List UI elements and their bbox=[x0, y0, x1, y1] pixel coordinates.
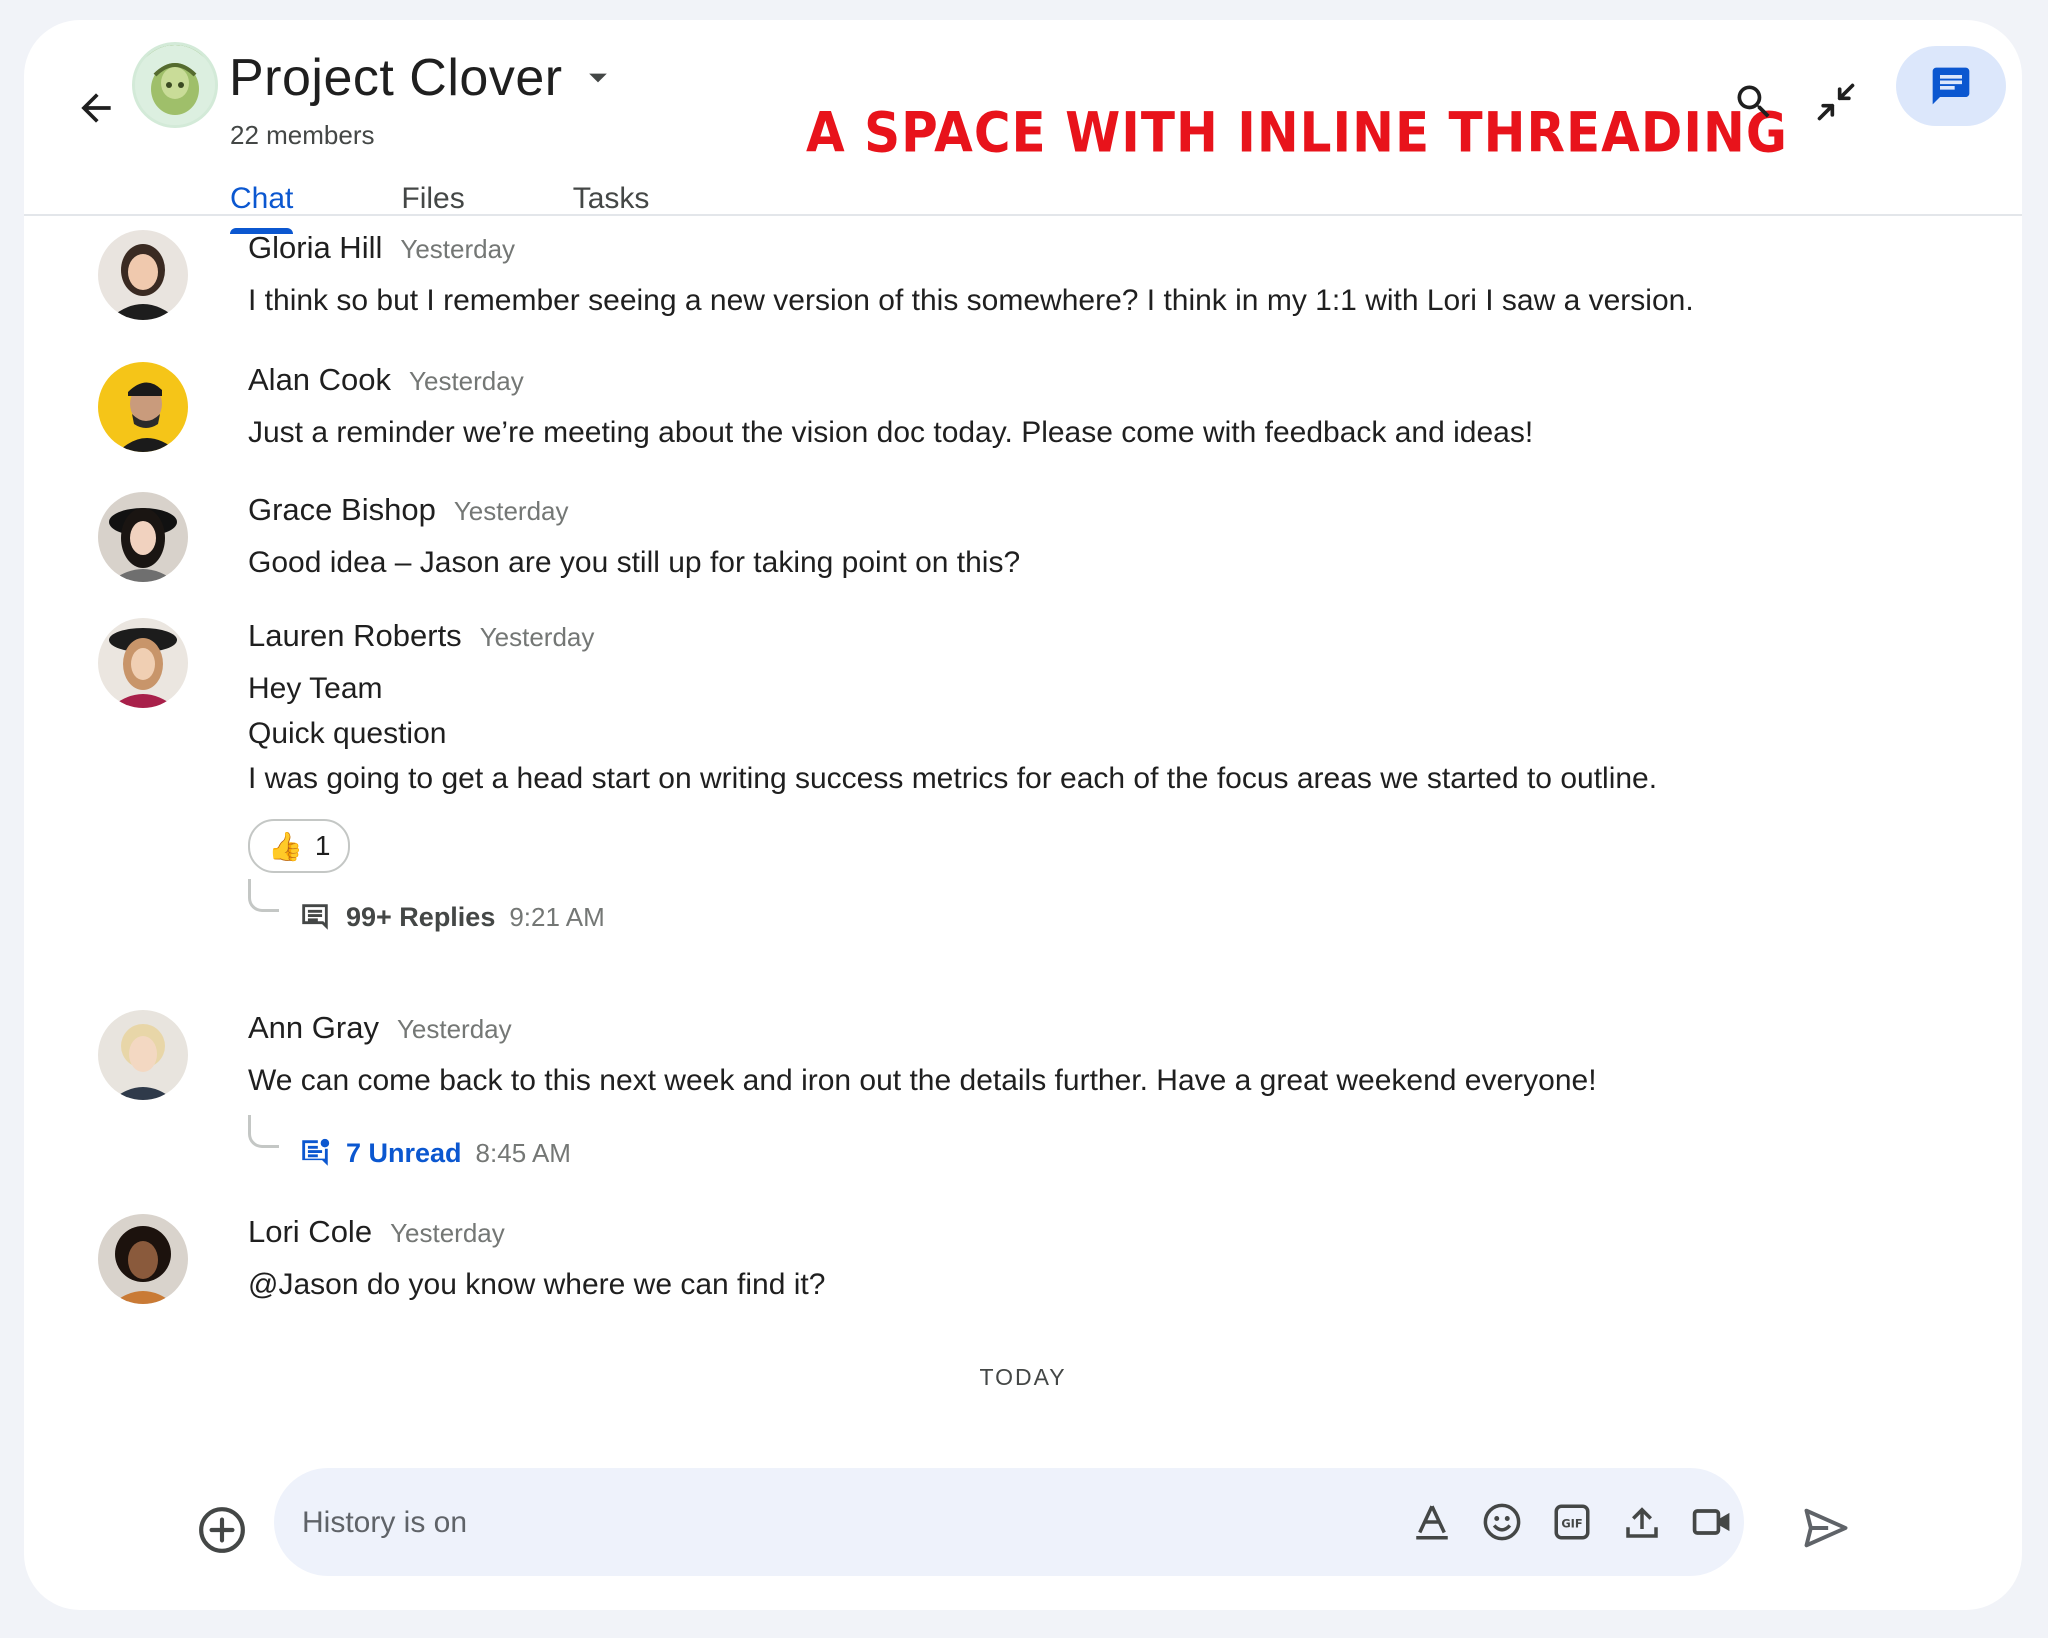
message-composer: GIF bbox=[274, 1468, 1744, 1578]
message-text: Just a reminder we’re meeting about the … bbox=[248, 416, 1534, 449]
reaction-count: 1 bbox=[314, 830, 331, 861]
message-text: Good idea – Jason are you still up for t… bbox=[248, 546, 1021, 579]
author-name[interactable]: Ann Gray bbox=[248, 1010, 379, 1046]
author-name[interactable]: Grace Bishop bbox=[248, 492, 436, 528]
unread-thread-icon bbox=[302, 1138, 330, 1166]
avatar[interactable] bbox=[98, 492, 188, 582]
message-text: I was going to get a head start on writi… bbox=[248, 762, 1658, 795]
svg-text:GIF: GIF bbox=[1561, 1516, 1582, 1530]
space-title: Project Clover bbox=[229, 49, 563, 107]
message-text: Hey Team bbox=[248, 672, 383, 705]
message-time: Yesterday bbox=[390, 1218, 505, 1248]
message-time: Yesterday bbox=[400, 234, 516, 264]
emoji-icon bbox=[1483, 1503, 1521, 1541]
message-text: Quick question bbox=[248, 717, 447, 750]
author-name[interactable]: Lori Cole bbox=[248, 1214, 372, 1250]
tab-bar: Chat Files Tasks bbox=[230, 160, 757, 234]
video-call-button[interactable] bbox=[1682, 1492, 1742, 1552]
caret-down-icon bbox=[588, 73, 607, 83]
gif-icon: GIF bbox=[1554, 1504, 1590, 1540]
tab-files[interactable]: Files bbox=[401, 160, 464, 234]
thread-reply-count: 99+ Replies bbox=[346, 901, 496, 932]
upload-icon bbox=[1626, 1507, 1658, 1538]
user-mention[interactable]: @Jason bbox=[248, 1268, 359, 1301]
thread-unread-count: 7 Unread bbox=[346, 1137, 462, 1168]
collapse-icon bbox=[1817, 83, 1855, 121]
message-text-content: do you know where we can find it? bbox=[358, 1268, 826, 1301]
space-avatar bbox=[132, 42, 218, 128]
message-text: We can come back to this next week and i… bbox=[248, 1064, 1597, 1097]
thread-replies-link[interactable]: 99+ Replies 9:21 AM bbox=[248, 879, 1948, 939]
collapse-button[interactable] bbox=[1796, 62, 1876, 142]
thread-time: 8:45 AM bbox=[475, 1137, 571, 1168]
video-icon bbox=[1692, 1509, 1730, 1535]
thread-connector bbox=[248, 879, 279, 912]
avatar[interactable] bbox=[98, 1214, 188, 1304]
reaction-chip[interactable]: 👍 1 bbox=[248, 819, 351, 873]
text-format-icon bbox=[1416, 1505, 1448, 1540]
chat-toggle-button[interactable] bbox=[1896, 46, 2006, 126]
gif-button[interactable]: GIF bbox=[1542, 1492, 1602, 1552]
space-title-dropdown[interactable]: Project Clover bbox=[229, 48, 609, 108]
avatar[interactable] bbox=[98, 1010, 188, 1100]
tab-tasks[interactable]: Tasks bbox=[573, 160, 650, 234]
chat-window: Project Clover 22 members Chat Files Tas… bbox=[24, 20, 2022, 1610]
message-input[interactable] bbox=[300, 1468, 1354, 1578]
tab-chat[interactable]: Chat bbox=[230, 160, 294, 234]
avatar[interactable] bbox=[98, 230, 188, 320]
thread-time: 9:21 AM bbox=[509, 901, 605, 932]
add-icon bbox=[199, 1507, 245, 1553]
message-time: Yesterday bbox=[396, 1014, 512, 1044]
format-text-button[interactable] bbox=[1402, 1492, 1462, 1552]
back-button[interactable] bbox=[48, 60, 144, 156]
thread-icon bbox=[302, 904, 328, 930]
author-name[interactable]: Lauren Roberts bbox=[248, 618, 462, 654]
avatar[interactable] bbox=[98, 362, 188, 452]
back-arrow-icon bbox=[81, 93, 111, 123]
send-icon bbox=[1804, 1508, 1848, 1548]
avatar[interactable] bbox=[98, 618, 188, 708]
message-text: I think so but I remember seeing a new v… bbox=[248, 284, 1694, 317]
search-icon bbox=[1737, 85, 1770, 118]
author-name[interactable]: Alan Cook bbox=[248, 362, 391, 398]
inline-threading-banner: A SPACE WITH INLINE THREADING bbox=[806, 101, 1788, 165]
header-divider bbox=[24, 214, 2022, 216]
thread-unread-link[interactable]: 7 Unread 8:45 AM bbox=[248, 1115, 1948, 1175]
message-text: @Jason do you know where we can find it? bbox=[248, 1262, 1948, 1307]
add-button[interactable] bbox=[184, 1492, 260, 1568]
author-name[interactable]: Gloria Hill bbox=[248, 230, 382, 266]
thumbs-up-emoji: 👍 bbox=[268, 830, 303, 862]
date-divider: TODAY bbox=[979, 1364, 1067, 1390]
message-time: Yesterday bbox=[479, 622, 595, 652]
member-count[interactable]: 22 members bbox=[230, 120, 375, 151]
message-time: Yesterday bbox=[409, 366, 524, 396]
thread-connector bbox=[248, 1115, 279, 1148]
send-button[interactable] bbox=[1786, 1488, 1866, 1568]
message-time: Yesterday bbox=[453, 496, 569, 526]
search-button[interactable] bbox=[1714, 62, 1794, 142]
emoji-button[interactable] bbox=[1472, 1492, 1532, 1552]
upload-button[interactable] bbox=[1612, 1492, 1672, 1552]
chat-bubble-icon bbox=[1932, 67, 1970, 105]
